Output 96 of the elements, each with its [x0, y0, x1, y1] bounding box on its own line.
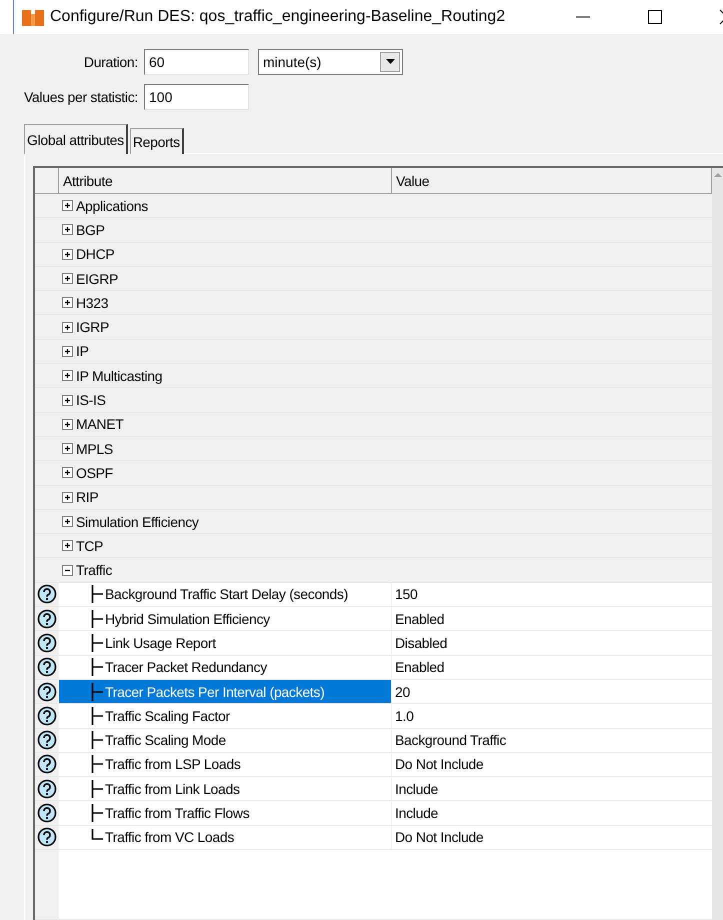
- attribute-label: Traffic Scaling Factor: [105, 708, 230, 724]
- tree-connector: [91, 585, 103, 604]
- help-icon[interactable]: [37, 682, 57, 702]
- attribute-group[interactable]: RIP: [59, 486, 392, 509]
- expand-icon[interactable]: [62, 297, 73, 308]
- attribute-label: Traffic Scaling Mode: [105, 732, 226, 748]
- tree-connector: [91, 755, 103, 774]
- help-icon[interactable]: [37, 827, 57, 848]
- group-label: IP: [76, 343, 89, 360]
- tree-connector: [91, 682, 103, 701]
- group-label: IGRP: [76, 319, 110, 336]
- attribute-group[interactable]: Simulation Efficiency: [59, 510, 392, 534]
- help-icon[interactable]: [37, 608, 57, 629]
- help-icon[interactable]: [37, 803, 57, 824]
- tree-connector: [91, 634, 103, 652]
- attribute-group[interactable]: MPLS: [59, 436, 392, 460]
- attribute-group[interactable]: IP Multicasting: [59, 364, 392, 388]
- tree-connector: [91, 804, 103, 822]
- tree-connector: [91, 706, 103, 725]
- group-label: BGP: [76, 222, 105, 238]
- group-label: MANET: [76, 416, 124, 432]
- group-label: Applications: [76, 198, 148, 214]
- attribute-label: Tracer Packets Per Interval (packets): [105, 684, 324, 700]
- duration-label: Duration:: [82, 54, 138, 70]
- expand-icon[interactable]: [62, 370, 73, 382]
- group-label: IP Multicasting: [76, 368, 162, 384]
- tab[interactable]: Global attributes: [24, 124, 128, 154]
- help-icon[interactable]: [37, 754, 57, 774]
- attribute-group[interactable]: H323: [59, 291, 392, 314]
- duration-field[interactable]: 60: [144, 48, 249, 74]
- attribute-group[interactable]: BGP: [59, 218, 392, 242]
- group-label: RIP: [76, 489, 98, 506]
- attribute-label: Link Usage Report: [105, 634, 216, 651]
- attribute-label: Hybrid Simulation Efficiency: [105, 610, 270, 627]
- group-label: DHCP: [76, 246, 114, 262]
- attribute-group[interactable]: IP: [59, 340, 392, 364]
- tree-connector: [91, 780, 103, 798]
- group-label: TCP: [76, 538, 104, 554]
- group-label: MPLS: [76, 440, 113, 457]
- attribute-group[interactable]: IS-IS: [59, 388, 392, 412]
- attribute-label: Traffic from VC Loads: [105, 829, 234, 846]
- tree-connector: [91, 610, 103, 628]
- help-icon[interactable]: [37, 632, 57, 653]
- group-label: OSPF: [76, 464, 113, 481]
- group-label: Simulation Efficiency: [76, 514, 199, 530]
- expand-icon[interactable]: [62, 540, 73, 552]
- attribute-label: Traffic from Traffic Flows: [105, 805, 250, 822]
- expand-icon[interactable]: [62, 346, 73, 357]
- group-label: IS-IS: [76, 392, 106, 408]
- group-label: H323: [76, 294, 108, 311]
- unit-dropdown[interactable]: minute(s): [258, 48, 403, 74]
- maximize-icon[interactable]: [647, 9, 663, 25]
- expand-icon[interactable]: [62, 273, 73, 284]
- expand-icon[interactable]: [62, 200, 73, 212]
- tree-connector: [91, 658, 103, 676]
- collapse-icon[interactable]: [62, 564, 73, 576]
- expand-icon[interactable]: [62, 224, 73, 236]
- attribute-group[interactable]: EIGRP: [59, 266, 392, 290]
- attribute-label: Traffic from LSP Loads: [105, 756, 241, 772]
- attribute-group[interactable]: TCP: [59, 534, 392, 558]
- expand-icon[interactable]: [62, 467, 73, 478]
- expand-icon[interactable]: [62, 248, 73, 260]
- caret-icon: [386, 59, 394, 64]
- group-label: Traffic: [76, 562, 112, 578]
- attribute-label: Tracer Packet Redundancy: [105, 659, 267, 676]
- expand-icon[interactable]: [62, 492, 73, 503]
- help-icon[interactable]: [37, 778, 57, 799]
- values-per-statistic-field[interactable]: 100: [144, 84, 249, 110]
- attribute-cell[interactable]: Tracer Packets Per Interval (packets): [59, 680, 392, 704]
- attribute-group[interactable]: Applications: [59, 194, 392, 218]
- attribute-label: Traffic from Link Loads: [105, 780, 240, 797]
- help-icon[interactable]: [37, 584, 57, 604]
- column-header[interactable]: Attribute: [59, 168, 392, 194]
- attribute-group[interactable]: IGRP: [59, 315, 392, 339]
- tree-connector: [91, 828, 103, 840]
- attribute-group[interactable]: DHCP: [59, 242, 392, 266]
- attribute-label: Background Traffic Start Delay (seconds): [105, 586, 348, 602]
- expand-icon[interactable]: [62, 394, 73, 406]
- window-title: Configure/Run DES: qos_traffic_engineering-Baseline_Routing2: [50, 8, 506, 26]
- attribute-group[interactable]: MANET: [59, 412, 392, 436]
- column-header: [35, 168, 59, 194]
- expand-icon[interactable]: [62, 418, 73, 430]
- help-icon[interactable]: [37, 657, 57, 678]
- app-icon: [22, 8, 44, 26]
- expand-icon[interactable]: [62, 516, 73, 527]
- expand-icon[interactable]: [62, 443, 73, 454]
- column-header[interactable]: Value: [392, 168, 712, 194]
- help-icon[interactable]: [37, 706, 57, 726]
- values-per-statistic-label: Values per statistic:: [22, 88, 138, 104]
- expand-icon[interactable]: [62, 322, 73, 333]
- help-icon[interactable]: [37, 730, 57, 750]
- group-label: EIGRP: [76, 270, 118, 287]
- attribute-group[interactable]: OSPF: [59, 461, 392, 485]
- attribute-group[interactable]: Traffic: [59, 558, 392, 582]
- tab[interactable]: Reports: [130, 128, 184, 154]
- tree-connector: [91, 731, 103, 750]
